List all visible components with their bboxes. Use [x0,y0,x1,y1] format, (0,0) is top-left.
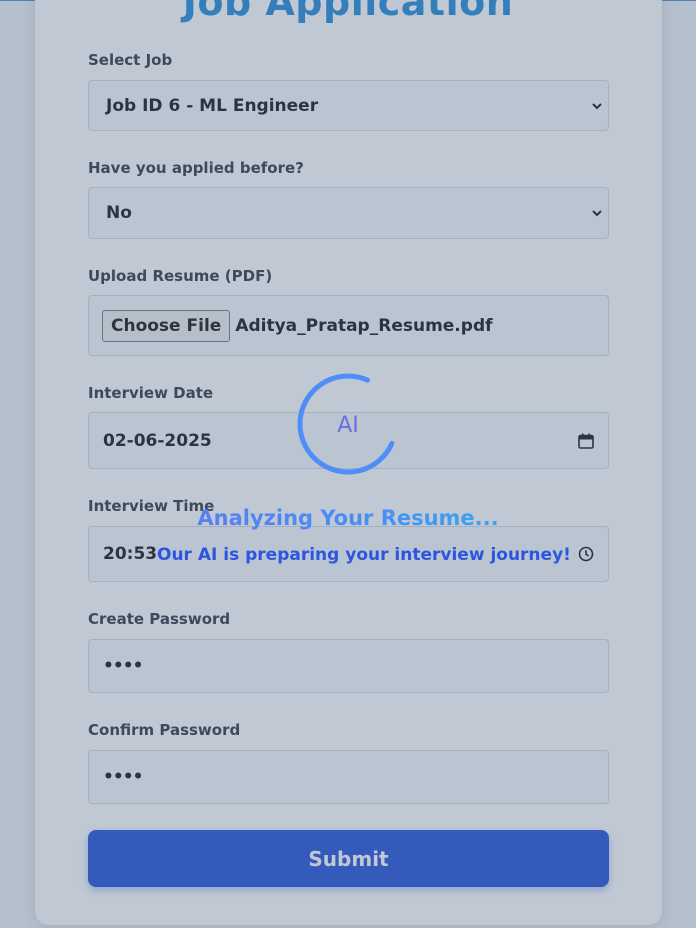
spinner-ai-label: AI [337,413,359,438]
loading-title: Analyzing Your Resume... [0,505,696,531]
loading-message: Our AI is preparing your interview journ… [157,545,571,565]
